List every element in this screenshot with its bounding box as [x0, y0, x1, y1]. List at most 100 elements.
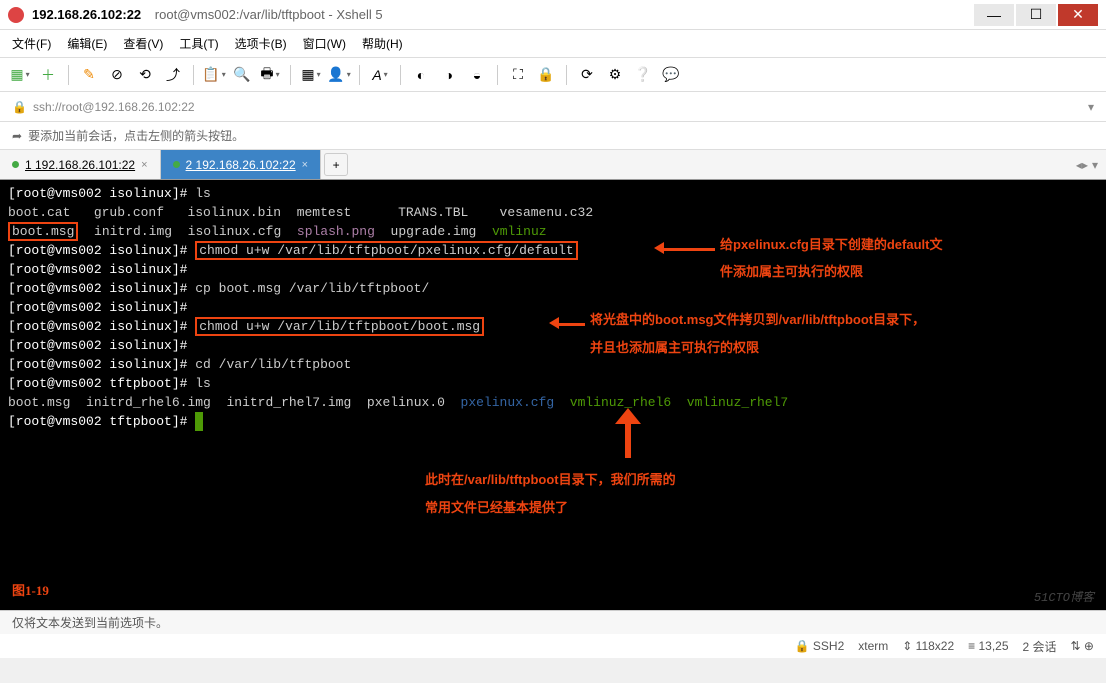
lock-icon[interactable]: 🔒: [534, 63, 558, 87]
cmd: ls: [195, 376, 211, 391]
toolbar: ▦ ＋ ✎ ⊘ ⟲ ⤴ 📋 🔍 🖶 ▦ 👤 A ◐ ◑ ◒ ⛶ 🔒 ⟳ ⚙ ❔ …: [0, 58, 1106, 92]
highlight-cmd-chmod2: chmod u+w /var/lib/tftpboot/boot.msg: [195, 317, 484, 336]
color1-icon[interactable]: ◐: [409, 63, 433, 87]
annotation-3b: 常用文件已经基本提供了: [425, 498, 568, 517]
terminal[interactable]: [root@vms002 isolinux]# ls boot.cat grub…: [0, 180, 1106, 610]
status-net: ⇅ ⊕: [1071, 639, 1094, 653]
menu-tools[interactable]: 工具(T): [179, 35, 218, 52]
cmd: cd /var/lib/tftpboot: [195, 357, 351, 372]
send-bar: 仅将文本发送到当前选项卡。: [0, 610, 1106, 634]
tab-nav-left-icon[interactable]: ◂▸: [1076, 158, 1088, 172]
menu-window[interactable]: 窗口(W): [303, 35, 346, 52]
ls-output: boot.cat grub.conf isolinux.bin memtest …: [8, 203, 1098, 222]
maximize-button[interactable]: ☐: [1016, 4, 1056, 26]
refresh-icon[interactable]: ⟳: [575, 63, 599, 87]
info-text: 要添加当前会话，点击左侧的箭头按钮。: [28, 127, 244, 144]
tab-label: 1 192.168.26.101:22: [25, 158, 135, 172]
separator: [566, 65, 567, 85]
cursor: [195, 412, 203, 431]
separator: [497, 65, 498, 85]
prompt: [root@vms002 isolinux]#: [8, 186, 187, 201]
address-dropdown-icon[interactable]: ▾: [1088, 100, 1094, 114]
fullscreen-icon[interactable]: ⛶: [506, 63, 530, 87]
prompt: [root@vms002 isolinux]#: [8, 338, 187, 353]
tab-nav: ◂▸ ▾: [1076, 150, 1106, 179]
menu-view[interactable]: 查看(V): [123, 35, 163, 52]
prompt: [root@vms002 isolinux]#: [8, 243, 187, 258]
stop-icon[interactable]: ⊘: [105, 63, 129, 87]
separator: [290, 65, 291, 85]
titlebar: 192.168.26.102:22 root@vms002:/var/lib/t…: [0, 0, 1106, 30]
link-icon[interactable]: ⟲: [133, 63, 157, 87]
arrow-head-2: [549, 317, 559, 329]
status-dot-icon: [12, 161, 19, 168]
minimize-button[interactable]: —: [974, 4, 1014, 26]
separator: [359, 65, 360, 85]
prompt: [root@vms002 isolinux]#: [8, 300, 187, 315]
color2-icon[interactable]: ◑: [437, 63, 461, 87]
highlight-icon[interactable]: ✎: [77, 63, 101, 87]
arrow-icon[interactable]: ➦: [12, 129, 22, 143]
annotation-2b: 并且也添加属主可执行的权限: [590, 338, 759, 357]
address-bar[interactable]: 🔒 ssh://root@192.168.26.102:22 ▾: [0, 92, 1106, 122]
arrow-3-head: [615, 408, 641, 424]
annotation-3a: 此时在/var/lib/tftpboot目录下，我们所需的: [425, 470, 676, 489]
menu-help[interactable]: 帮助(H): [362, 35, 403, 52]
menu-edit[interactable]: 编辑(E): [67, 35, 107, 52]
prompt: [root@vms002 isolinux]#: [8, 281, 187, 296]
cmd: ls: [195, 186, 211, 201]
tab-session-1[interactable]: 1 192.168.26.101:22 ×: [0, 150, 161, 179]
separator: [400, 65, 401, 85]
tab-close-icon[interactable]: ×: [141, 159, 147, 171]
status-pos: ≡ 13,25: [968, 639, 1008, 653]
title-path: root@vms002:/var/lib/tftpboot - Xshell 5: [155, 7, 383, 22]
prompt: [root@vms002 isolinux]#: [8, 262, 187, 277]
info-bar: ➦ 要添加当前会话，点击左侧的箭头按钮。: [0, 122, 1106, 150]
status-dot-icon: [173, 161, 180, 168]
tab-session-2[interactable]: 2 192.168.26.102:22 ×: [161, 150, 322, 179]
prompt: [root@vms002 tftpboot]#: [8, 376, 187, 391]
address-url: ssh://root@192.168.26.102:22: [33, 100, 195, 114]
views-button[interactable]: ▦: [299, 63, 323, 87]
print-button[interactable]: 🖶: [258, 63, 282, 87]
menu-tab[interactable]: 选项卡(B): [235, 35, 287, 52]
separator: [193, 65, 194, 85]
chat-icon[interactable]: 💬: [659, 63, 683, 87]
settings-icon[interactable]: ⚙: [603, 63, 627, 87]
send-mode-text: 仅将文本发送到当前选项卡。: [12, 614, 168, 631]
title-host: 192.168.26.102:22: [32, 7, 141, 22]
tab-label: 2 192.168.26.102:22: [186, 158, 296, 172]
window-controls: — ☐ ✕: [974, 4, 1098, 26]
tab-add-button[interactable]: +: [324, 153, 348, 176]
tab-bar: 1 192.168.26.101:22 × 2 192.168.26.102:2…: [0, 150, 1106, 180]
reconnect-icon[interactable]: ⤴: [161, 63, 185, 87]
arrow-2: [555, 323, 585, 326]
ls-output: boot.msg initrd_rhel6.img initrd_rhel7.i…: [8, 393, 1098, 412]
prompt: [root@vms002 isolinux]#: [8, 319, 187, 334]
copy-button[interactable]: 📋: [202, 63, 226, 87]
lock-icon: 🔒: [12, 100, 27, 114]
status-term: xterm: [858, 639, 888, 653]
prompt: [root@vms002 isolinux]#: [8, 357, 187, 372]
separator: [68, 65, 69, 85]
tab-close-icon[interactable]: ×: [302, 159, 308, 171]
tab-nav-menu-icon[interactable]: ▾: [1092, 158, 1098, 172]
font-button[interactable]: A: [368, 63, 392, 87]
search-button[interactable]: 🔍: [230, 63, 254, 87]
annotation-1a: 给pxelinux.cfg目录下创建的default文: [720, 235, 942, 254]
annotation-2a: 将光盘中的boot.msg文件拷贝到/var/lib/tftpboot目录下，: [590, 310, 925, 329]
status-bar: 🔒 SSH2 xterm ⇕ 118x22 ≡ 13,25 2 会话 ⇅ ⊕: [0, 634, 1106, 658]
menu-file[interactable]: 文件(F): [12, 35, 51, 52]
new-file-button[interactable]: ＋: [36, 63, 60, 87]
status-size: ⇕ 118x22: [902, 639, 954, 653]
status-sessions: 2 会话: [1023, 638, 1057, 655]
annotation-1b: 件添加属主可执行的权限: [720, 262, 863, 281]
close-button[interactable]: ✕: [1058, 4, 1098, 26]
menubar: 文件(F) 编辑(E) 查看(V) 工具(T) 选项卡(B) 窗口(W) 帮助(…: [0, 30, 1106, 58]
arrow-3-stem: [625, 420, 631, 458]
color3-icon[interactable]: ◒: [465, 63, 489, 87]
profile-button[interactable]: 👤: [327, 63, 351, 87]
help-icon[interactable]: ❔: [631, 63, 655, 87]
new-session-button[interactable]: ▦: [8, 63, 32, 87]
cmd: cp boot.msg /var/lib/tftpboot/: [195, 281, 429, 296]
